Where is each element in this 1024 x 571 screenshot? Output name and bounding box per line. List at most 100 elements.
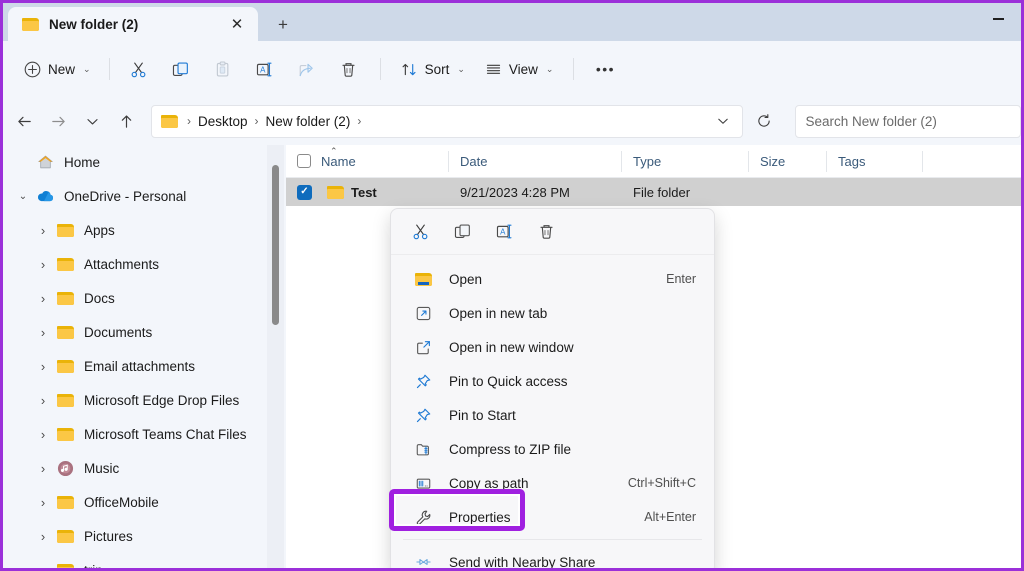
chevron-down-icon xyxy=(86,118,98,125)
chevron-right-icon[interactable]: › xyxy=(31,218,55,242)
chevron-down-icon: ⌄ xyxy=(457,63,465,74)
address-dropdown-icon[interactable] xyxy=(708,106,738,136)
sidebar-item-email-attachments[interactable]: › Email attachments xyxy=(7,349,276,383)
title-bar: New folder (2) ✕ + xyxy=(3,3,1021,41)
up-button[interactable] xyxy=(109,104,143,138)
sidebar-item-icon xyxy=(55,223,75,237)
recent-locations-button[interactable] xyxy=(75,104,109,138)
sidebar-item-onedrive-personal[interactable]: ⌄ OneDrive - Personal xyxy=(7,179,276,213)
row-checkbox[interactable]: ✓ xyxy=(297,184,312,200)
context-cut-button[interactable] xyxy=(403,216,437,248)
chevron-right-icon[interactable]: › xyxy=(31,456,55,480)
context-menu-item-open-in-new-window[interactable]: Open in new window xyxy=(395,330,710,364)
view-button[interactable]: View ⌄ xyxy=(476,52,563,86)
table-row[interactable]: ✓ Test 9/21/2023 4:28 PM File folder xyxy=(286,178,1021,206)
column-header-date[interactable]: Date xyxy=(449,145,622,178)
sidebar-item-apps[interactable]: › Apps xyxy=(7,213,276,247)
zip-icon xyxy=(413,441,433,458)
sidebar-item-label: Documents xyxy=(84,324,153,340)
new-tab-icon[interactable]: + xyxy=(266,7,300,41)
back-button[interactable] xyxy=(7,104,41,138)
context-menu-item-pin-to-start[interactable]: Pin to Start xyxy=(395,398,710,432)
refresh-button[interactable] xyxy=(747,104,780,138)
sidebar-item-trip[interactable]: › trip xyxy=(7,553,276,569)
context-menu-item-open[interactable]: Open Enter xyxy=(395,262,710,296)
breadcrumb-new-folder-2[interactable]: New folder (2) xyxy=(266,114,351,129)
sidebar-item-music[interactable]: › Music xyxy=(7,451,276,485)
breadcrumb-desktop[interactable]: Desktop xyxy=(198,114,248,129)
chevron-right-icon[interactable]: › xyxy=(31,490,55,514)
column-header-name[interactable]: ⌃ Name xyxy=(286,145,449,178)
chevron-down-icon[interactable]: ⌄ xyxy=(11,184,35,208)
view-button-label: View xyxy=(508,61,538,77)
cell-date: 9/21/2023 4:28 PM xyxy=(449,185,622,200)
sidebar-item-icon xyxy=(55,427,75,441)
copy-icon xyxy=(172,61,188,76)
folder-icon xyxy=(56,223,74,237)
pin-icon xyxy=(413,407,433,424)
chevron-right-icon[interactable]: › xyxy=(31,422,55,446)
cell-text: 9/21/2023 4:28 PM xyxy=(460,184,570,200)
sidebar-item-documents[interactable]: › Documents xyxy=(7,315,276,349)
context-menu-item-open-in-new-tab[interactable]: Open in new tab xyxy=(395,296,710,330)
chevron-right-icon[interactable]: › xyxy=(31,524,55,548)
context-menu-item-label: Pin to Start xyxy=(449,407,516,423)
chevron-right-icon[interactable]: › xyxy=(31,320,55,344)
column-header-tags[interactable]: Tags xyxy=(827,145,923,178)
sidebar-item-label: Pictures xyxy=(84,528,133,544)
search-input[interactable] xyxy=(805,113,1010,129)
column-header-size[interactable]: Size xyxy=(749,145,827,178)
chevron-right-icon[interactable]: › xyxy=(31,252,55,276)
sidebar-item-microsoft-teams-chat-files[interactable]: › Microsoft Teams Chat Files xyxy=(7,417,276,451)
context-menu-item-copy-as-path[interactable]: Copy as path Ctrl+Shift+C xyxy=(395,466,710,500)
forward-button[interactable] xyxy=(41,104,75,138)
delete-button[interactable] xyxy=(329,52,369,86)
chevron-right-icon[interactable]: › xyxy=(31,388,55,412)
sidebar-item-microsoft-edge-drop-files[interactable]: › Microsoft Edge Drop Files xyxy=(7,383,276,417)
context-menu-items: Open Enter Open in new tab Open in new wind… xyxy=(391,255,714,568)
cut-button[interactable] xyxy=(119,52,159,86)
sort-button[interactable]: Sort ⌄ xyxy=(392,52,474,86)
new-button[interactable]: New ⌄ xyxy=(15,52,100,86)
navigation-pane: Home ⌄ OneDrive - Personal › Apps › Attachment… xyxy=(3,145,286,569)
address-breadcrumb-bar[interactable]: › Desktop › New folder (2) › xyxy=(151,104,744,138)
search-box[interactable] xyxy=(794,104,1021,138)
context-menu-item-label: Open xyxy=(449,271,483,287)
context-menu-item-send-with-nearby-share[interactable]: Send with Nearby Share xyxy=(395,545,710,568)
sidebar-item-pictures[interactable]: › Pictures xyxy=(7,519,276,553)
sidebar-item-officemobile[interactable]: › OfficeMobile xyxy=(7,485,276,519)
breadcrumb-separator: › xyxy=(254,114,259,128)
sidebar-item-home[interactable]: Home xyxy=(7,145,276,179)
file-rows: ✓ Test 9/21/2023 4:28 PM File folder xyxy=(286,178,1021,206)
toolbar-divider xyxy=(573,58,575,80)
context-menu-item-label: Pin to Quick access xyxy=(449,373,568,389)
minimize-button[interactable] xyxy=(975,3,1021,35)
delete-icon xyxy=(342,62,355,77)
context-menu-item-pin-to-quick-access[interactable]: Pin to Quick access xyxy=(395,364,710,398)
context-menu-item-properties[interactable]: Properties Alt+Enter xyxy=(395,500,710,534)
column-header-row: ⌃ Name Date Type Size Tags xyxy=(286,145,1021,178)
folder-icon xyxy=(56,495,74,509)
context-delete-button[interactable] xyxy=(529,216,563,248)
context-menu-item-compress-to-zip-file[interactable]: Compress to ZIP file xyxy=(395,432,710,466)
rename-button[interactable]: A xyxy=(245,52,285,86)
context-copy-button[interactable] xyxy=(445,216,479,248)
chevron-right-icon[interactable]: › xyxy=(31,558,55,569)
context-rename-button[interactable]: A xyxy=(487,216,521,248)
sidebar-item-attachments[interactable]: › Attachments xyxy=(7,247,276,281)
chevron-right-icon[interactable]: › xyxy=(31,354,55,378)
copy-button[interactable] xyxy=(161,52,201,86)
nearby-share-icon xyxy=(413,557,433,567)
close-icon[interactable]: ✕ xyxy=(224,11,250,37)
sidebar-item-icon xyxy=(55,460,75,477)
svg-text:A: A xyxy=(260,65,266,74)
column-header-label: Date xyxy=(460,153,488,169)
sidebar-item-docs[interactable]: › Docs xyxy=(7,281,276,315)
context-menu-item-label: Compress to ZIP file xyxy=(449,441,572,457)
column-header-type[interactable]: Type xyxy=(622,145,749,178)
tab-new-folder-2[interactable]: New folder (2) ✕ xyxy=(8,7,258,41)
select-all-checkbox[interactable] xyxy=(297,154,311,168)
new-button-label: New xyxy=(48,61,76,77)
see-more-button[interactable]: ••• xyxy=(585,52,625,86)
chevron-right-icon[interactable]: › xyxy=(31,286,55,310)
